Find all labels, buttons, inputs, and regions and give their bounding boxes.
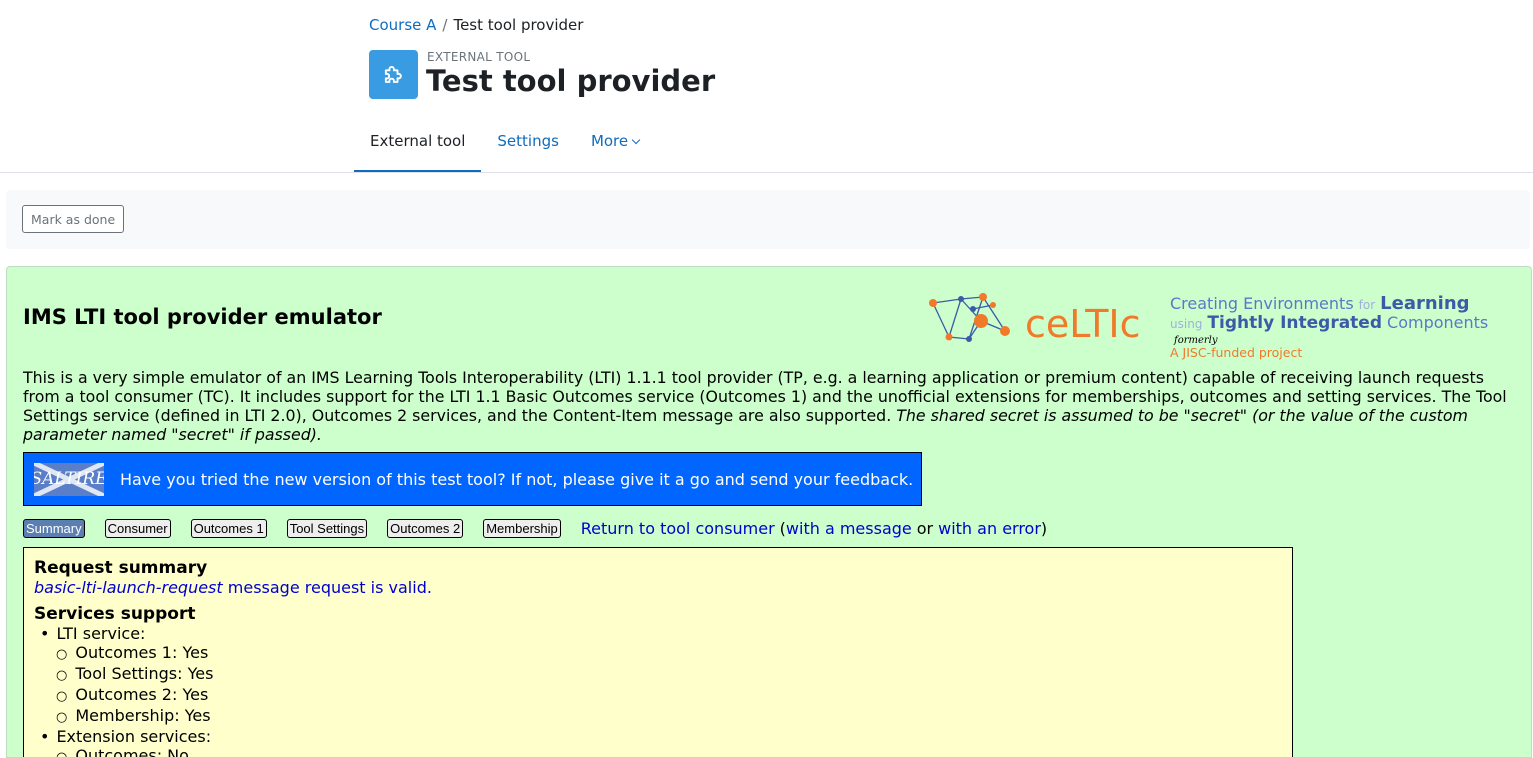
list-item: Outcomes: No bbox=[74, 746, 1282, 757]
tab-external-tool[interactable]: External tool bbox=[354, 122, 482, 173]
return-with-error-link[interactable]: with an error bbox=[938, 519, 1041, 538]
svg-text:usingTightly IntegratedCompone: using Tightly Integrated Components bbox=[1170, 313, 1488, 333]
activity-completion-bar: Mark as done bbox=[6, 190, 1530, 249]
logo-brand: ceLTIc bbox=[1025, 302, 1141, 346]
breadcrumb-separator: / bbox=[442, 16, 448, 34]
activity-type-label: EXTERNAL TOOL bbox=[427, 50, 531, 64]
valid-text: message request is valid. bbox=[227, 578, 432, 597]
tool-intro: This is a very simple emulator of an IMS… bbox=[23, 368, 1523, 444]
svg-text:Creating EnvironmentsforLearni: Creating Environments for Learning bbox=[1170, 293, 1470, 314]
extension-services-label: Extension services: bbox=[56, 727, 212, 746]
breadcrumb-current: Test tool provider bbox=[453, 16, 584, 34]
tabs-divider bbox=[0, 172, 1533, 173]
saltire-banner[interactable]: SALTIRE Have you tried the new version o… bbox=[23, 452, 922, 506]
list-item: Outcomes 2: Yes bbox=[74, 685, 1282, 706]
tab-outcomes-2[interactable]: Outcomes 2 bbox=[387, 519, 464, 538]
request-summary-panel: Request summary basic-lti-launch-request… bbox=[23, 547, 1293, 757]
logo-line1c: Learning bbox=[1380, 293, 1469, 314]
tab-summary[interactable]: Summary bbox=[23, 519, 85, 538]
breadcrumb: Course A / Test tool provider bbox=[369, 16, 583, 34]
tab-consumer[interactable]: Consumer bbox=[104, 519, 171, 538]
message-type: basic-lti-launch-request bbox=[34, 578, 223, 597]
list-item: Outcomes 1: Yes bbox=[74, 643, 1282, 664]
return-to-consumer-link[interactable]: Return to tool consumer bbox=[581, 519, 775, 538]
logo-line2c: Components bbox=[1387, 313, 1488, 332]
or-text: or bbox=[916, 519, 934, 538]
lti-service-label: LTI service: bbox=[56, 624, 146, 643]
breadcrumb-course-link[interactable]: Course A bbox=[369, 16, 436, 34]
tab-more-label: More bbox=[590, 132, 629, 150]
logo-line2a: using bbox=[1170, 317, 1202, 331]
request-summary-heading: Request summary bbox=[34, 558, 208, 578]
tab-tool-settings[interactable]: Tool Settings bbox=[286, 519, 368, 538]
puzzle-piece-icon bbox=[369, 50, 418, 99]
tab-outcomes-1[interactable]: Outcomes 1 bbox=[190, 519, 267, 538]
saltire-logo: SALTIRE bbox=[34, 462, 104, 496]
secondary-navigation: External tool Settings More bbox=[354, 122, 655, 173]
tab-membership[interactable]: Membership bbox=[483, 519, 561, 538]
chevron-down-icon bbox=[631, 135, 641, 145]
logo-line1b: for bbox=[1359, 298, 1376, 312]
lti-tool-frame: IMS LTI tool provider emulator ceLTIc Cr… bbox=[6, 266, 1532, 758]
list-item: Membership: Yes bbox=[74, 706, 1282, 727]
mark-as-done-button[interactable]: Mark as done bbox=[22, 205, 125, 233]
services-support-heading: Services support bbox=[34, 604, 196, 624]
request-valid-message: basic-lti-launch-request message request… bbox=[34, 578, 1282, 597]
page-title: Test tool provider bbox=[426, 64, 716, 98]
banner-text: Have you tried the new version of this t… bbox=[120, 469, 914, 489]
celtic-logo: ceLTIc Creating Environments for Learning … bbox=[929, 293, 1488, 360]
saltire-logo-text: SALTIRE bbox=[34, 469, 104, 489]
services-list: LTI service: Outcomes 1: Yes Tool Settin… bbox=[34, 624, 1282, 757]
logo-project: A JISC-funded project bbox=[1170, 345, 1302, 360]
tab-settings[interactable]: Settings bbox=[481, 122, 575, 173]
return-with-message-link[interactable]: with a message bbox=[786, 519, 912, 538]
list-item: Tool Settings: Yes bbox=[74, 664, 1282, 685]
tool-title: IMS LTI tool provider emulator bbox=[23, 305, 382, 329]
tool-tabs: Summary Consumer Outcomes 1 Tool Setting… bbox=[23, 519, 1047, 538]
logo-line2b: Tightly Integrated bbox=[1207, 313, 1382, 333]
tab-more[interactable]: More bbox=[575, 122, 655, 173]
logo-line1a: Creating Environments bbox=[1170, 294, 1354, 313]
